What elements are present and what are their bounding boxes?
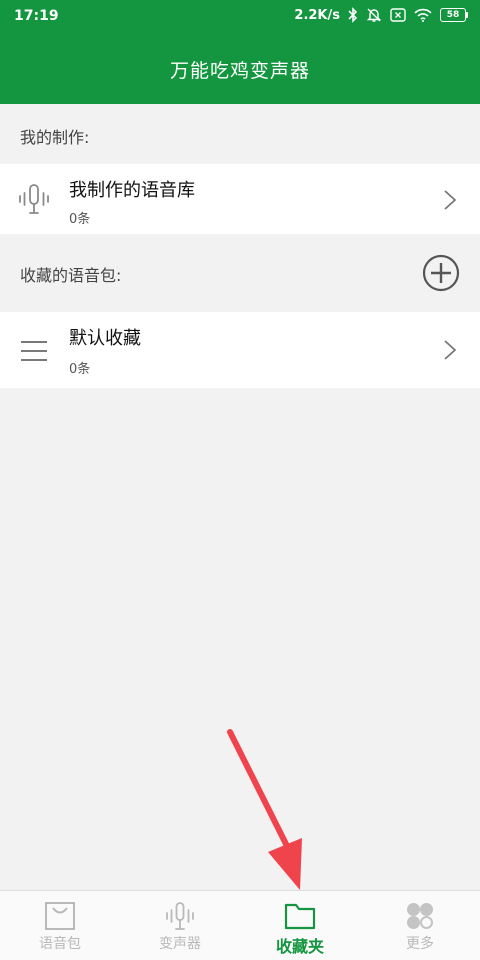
tab-label: 收藏夹 xyxy=(275,937,324,956)
tab-more[interactable]: 更多 xyxy=(360,891,480,960)
page-title: 万能吃鸡变声器 xyxy=(169,59,310,82)
battery-icon: 58 xyxy=(440,8,468,22)
tab-label: 变声器 xyxy=(159,936,201,952)
list-item-title: 我制作的语音库 xyxy=(69,180,195,201)
microphone-wave-icon xyxy=(163,901,197,931)
mute-bell-icon xyxy=(366,7,382,23)
four-petal-icon xyxy=(403,901,437,931)
tab-voice-packs[interactable]: 语音包 xyxy=(0,891,120,960)
list-item-default-favorites[interactable]: 默认收藏 0条 xyxy=(0,312,480,388)
microphone-wave-icon xyxy=(17,182,51,220)
folder-icon xyxy=(283,901,317,931)
chevron-right-icon xyxy=(444,340,457,364)
battery-level: 58 xyxy=(440,8,466,22)
bottom-tab-bar: 语音包 变声器 收藏夹 更多 xyxy=(0,890,480,960)
bag-icon xyxy=(43,901,77,931)
network-speed: 2.2K/s xyxy=(294,7,340,23)
list-item-count: 0条 xyxy=(69,212,91,227)
bluetooth-icon xyxy=(348,7,358,23)
section-label-my-creations: 我的制作: xyxy=(20,128,90,147)
tab-label: 更多 xyxy=(406,936,434,952)
menu-lines-icon xyxy=(20,340,48,366)
wifi-icon xyxy=(414,8,432,22)
status-icons: 2.2K/s 58 xyxy=(294,7,468,23)
sim-x-icon xyxy=(390,8,406,22)
list-item-my-voice-library[interactable]: 我制作的语音库 0条 xyxy=(0,164,480,234)
chevron-right-icon xyxy=(444,190,457,214)
status-time: 17:19 xyxy=(14,8,59,24)
tab-label: 语音包 xyxy=(39,936,81,952)
section-label-favorites: 收藏的语音包: xyxy=(20,266,122,285)
status-bar: 17:19 2.2K/s 58 xyxy=(0,0,480,34)
add-circle-icon[interactable] xyxy=(422,254,460,292)
app-header: 万能吃鸡变声器 xyxy=(0,34,480,104)
tab-voice-changer[interactable]: 变声器 xyxy=(120,891,240,960)
list-item-count: 0条 xyxy=(69,362,91,377)
tab-favorites[interactable]: 收藏夹 xyxy=(240,891,360,960)
list-item-title: 默认收藏 xyxy=(69,328,141,349)
